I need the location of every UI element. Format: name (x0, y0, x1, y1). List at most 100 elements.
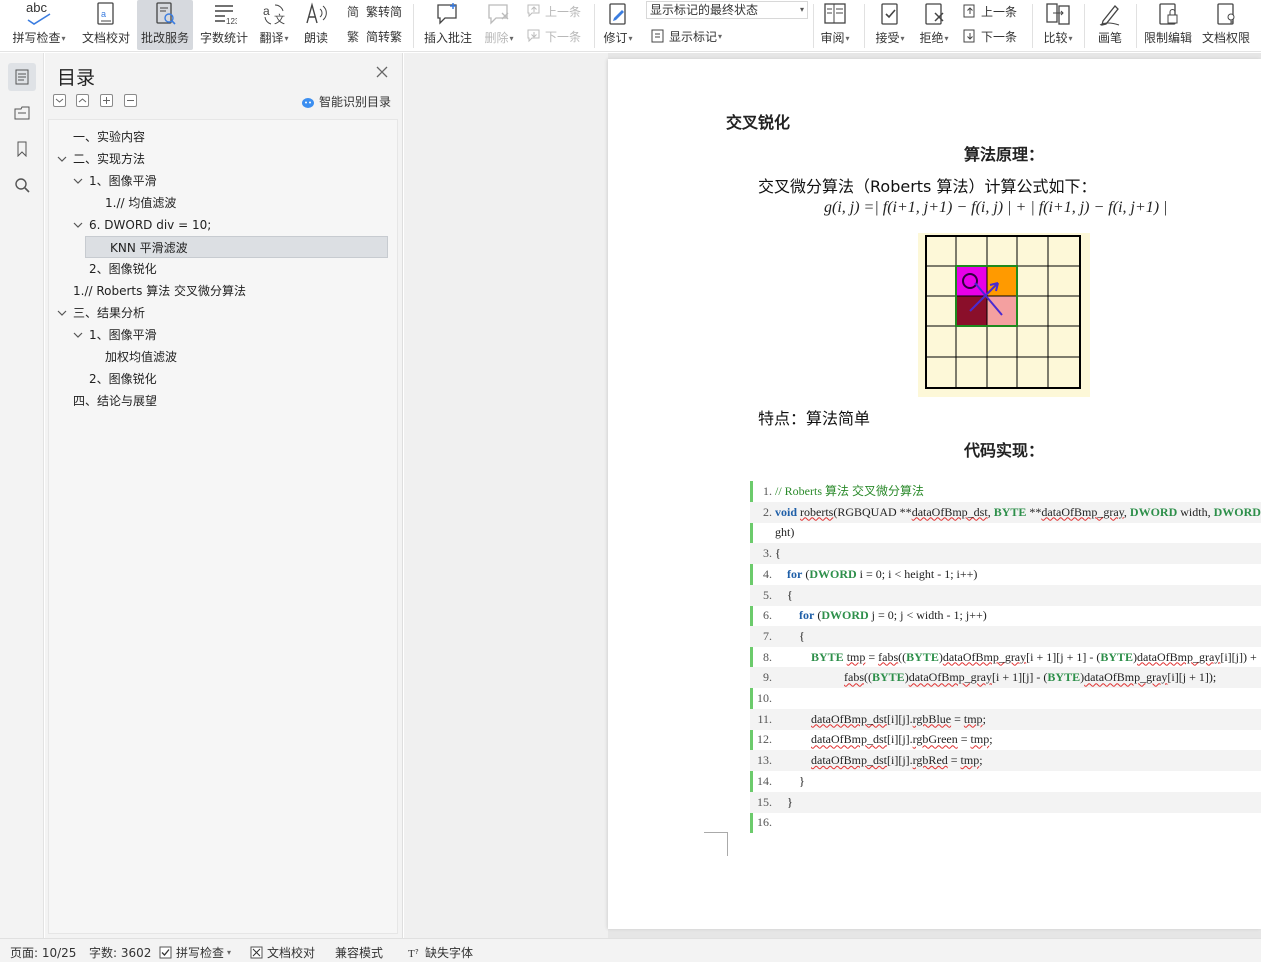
ribbon-toolbar: abc 拼写检查▾ a 文档校对 批改服务 123 字数统计 a文 翻译▾ 朗读… (0, 0, 1261, 52)
compat-mode-status[interactable]: 兼容模式 (335, 944, 383, 961)
reject-button[interactable]: 拒绝▾ (914, 0, 954, 50)
markup-state-select[interactable]: 显示标记的最终状态 ▾ (646, 1, 808, 19)
revise-service-button[interactable]: 批改服务 (137, 0, 193, 50)
bookmark-nav-button[interactable] (8, 135, 36, 163)
toc-item[interactable]: 1.// 均值滤波 (49, 192, 389, 214)
expand-all-button[interactable] (76, 94, 89, 107)
delete-comment-button[interactable]: 删除▾ (479, 0, 519, 50)
doc-proof-status[interactable]: 文档校对 (250, 944, 315, 961)
doc-permission-label: 文档权限 (1201, 31, 1250, 45)
toc-item-label: 四、结论与展望 (73, 394, 158, 408)
page-crop-mark (704, 832, 728, 856)
remove-heading-button[interactable] (124, 94, 137, 107)
next-change-label: 下一条 (981, 29, 1018, 44)
chevron-down-icon[interactable] (71, 170, 85, 192)
word-count-label: 字数统计 (199, 31, 248, 45)
prev-change-label: 上一条 (981, 4, 1018, 19)
code-line-number: 15. (757, 794, 772, 809)
toc-item-label: 2、图像锐化 (89, 372, 157, 386)
chevron-down-icon[interactable] (71, 324, 85, 346)
code-line-text: dataOfBmp_dst[i][j].rgbGreen = tmp; (811, 732, 993, 747)
spell-check-button[interactable]: abc 拼写检查▾ (6, 0, 72, 50)
trad-simp-icon: 简 (347, 5, 359, 19)
spell-check-status[interactable]: 拼写检查 ▾ (159, 944, 231, 961)
toc-item[interactable]: 一、实验内容 (49, 126, 389, 148)
code-line-text: for (DWORD j = 0; j < width - 1; j++) (799, 608, 987, 623)
next-comment-label: 下一条 (545, 29, 582, 44)
toc-item[interactable]: 2、图像锐化 (49, 258, 389, 280)
revise-service-label: 批改服务 (140, 31, 189, 45)
next-change-icon (963, 29, 975, 43)
code-line-number: 10. (757, 691, 772, 705)
chevron-down-icon[interactable] (55, 148, 69, 170)
reject-label: 拒绝 (919, 31, 944, 45)
toc-item-label: 一、实验内容 (73, 130, 146, 144)
prev-change-icon (963, 4, 975, 18)
code-line: 14.} (750, 771, 1261, 792)
compare-label: 比较 (1043, 31, 1068, 45)
chapter-nav-button[interactable] (8, 99, 36, 127)
toc-item[interactable]: 6. DWORD div = 10; (49, 214, 389, 236)
missing-font-status[interactable]: T? 缺失字体 (408, 944, 473, 961)
code-line-text: // Roberts 算法 交叉微分算法 (775, 484, 924, 498)
chapter-icon (14, 106, 30, 120)
code-line: 1.// Roberts 算法 交叉微分算法 (750, 481, 1261, 502)
pen-button[interactable]: 画笔 (1090, 0, 1130, 50)
toc-icon (15, 69, 29, 85)
page-indicator[interactable]: 页面: 10/25 (10, 944, 76, 961)
smart-toc-button[interactable]: 智能识别目录 (301, 93, 391, 110)
trad-to-simp-button[interactable]: 简 繁转简 (347, 1, 402, 21)
read-aloud-icon (306, 2, 327, 24)
divider (594, 4, 595, 48)
toc-item[interactable]: 加权均值滤波 (49, 346, 389, 368)
translate-button[interactable]: a文 翻译▾ (254, 0, 294, 50)
next-change-button[interactable]: 下一条 (962, 26, 1017, 46)
toc-item[interactable]: 2、图像锐化 (49, 368, 389, 390)
toc-item[interactable]: 四、结论与展望 (49, 390, 389, 412)
track-changes-button[interactable]: 修订▾ (598, 0, 638, 50)
prev-comment-button[interactable]: 上一条 (526, 1, 581, 21)
add-heading-button[interactable] (100, 94, 113, 107)
toc-item[interactable]: 1.// Roberts 算法 交叉微分算法 (49, 280, 389, 302)
close-icon[interactable] (375, 65, 389, 79)
code-line-number: 6. (763, 608, 772, 623)
minus-icon (127, 100, 134, 101)
word-count-indicator[interactable]: 字数: 3602 (89, 944, 151, 961)
document-page: 交叉锐化 算法原理： 交叉微分算法（Roberts 算法）计算公式如下： g(i… (608, 59, 1261, 929)
search-nav-button[interactable] (8, 171, 36, 199)
accept-button[interactable]: 接受▾ (870, 0, 910, 50)
collapse-all-button[interactable] (53, 94, 66, 107)
next-comment-button[interactable]: 下一条 (526, 26, 581, 46)
doc-check-button[interactable]: a 文档校对 (78, 0, 134, 50)
toc-title: 目录 (57, 67, 96, 89)
track-changes-label: 修订 (603, 31, 628, 45)
compare-button[interactable]: 比较▾ (1036, 0, 1080, 50)
toc-item[interactable]: KNN 平滑滤波 (85, 236, 388, 258)
chevron-down-icon[interactable] (55, 302, 69, 324)
word-count-button[interactable]: 123 字数统计 (197, 0, 251, 50)
code-line: 12. dataOfBmp_dst[i][j].rgbGreen = tmp; (750, 729, 1261, 750)
trad-convert-label: 繁转简 (366, 4, 403, 19)
read-aloud-label: 朗读 (303, 31, 328, 45)
toc-item[interactable]: 1、图像平滑 (49, 170, 389, 192)
show-markup-button[interactable]: 显示标记 ▾ (650, 26, 722, 46)
review-button[interactable]: 审阅▾ (816, 0, 854, 50)
code-line-text: { (787, 587, 793, 602)
code-line-text: } (787, 794, 793, 809)
read-aloud-button[interactable]: 朗读 (298, 0, 334, 50)
toc-nav-button[interactable] (8, 63, 36, 91)
doc-permission-button[interactable]: 文档权限 (1198, 0, 1254, 50)
code-line: 4. for (DWORD i = 0; i < height - 1; i++) (750, 564, 1261, 585)
insert-comment-button[interactable]: 插入批注 (420, 0, 476, 50)
toc-item[interactable]: 三、结果分析 (49, 302, 389, 324)
prev-change-button[interactable]: 上一条 (962, 1, 1017, 21)
toc-item[interactable]: 二、实现方法 (49, 148, 389, 170)
side-icon-bar (0, 53, 44, 938)
show-markup-icon (651, 29, 664, 43)
toc-item-label: 1.// 均值滤波 (105, 196, 177, 210)
chevron-down-icon[interactable] (71, 214, 85, 236)
simp-to-trad-button[interactable]: 繁 简转繁 (347, 26, 402, 46)
canvas-gap (404, 53, 608, 938)
toc-item[interactable]: 1、图像平滑 (49, 324, 389, 346)
restrict-edit-button[interactable]: 限制编辑 (1140, 0, 1196, 50)
